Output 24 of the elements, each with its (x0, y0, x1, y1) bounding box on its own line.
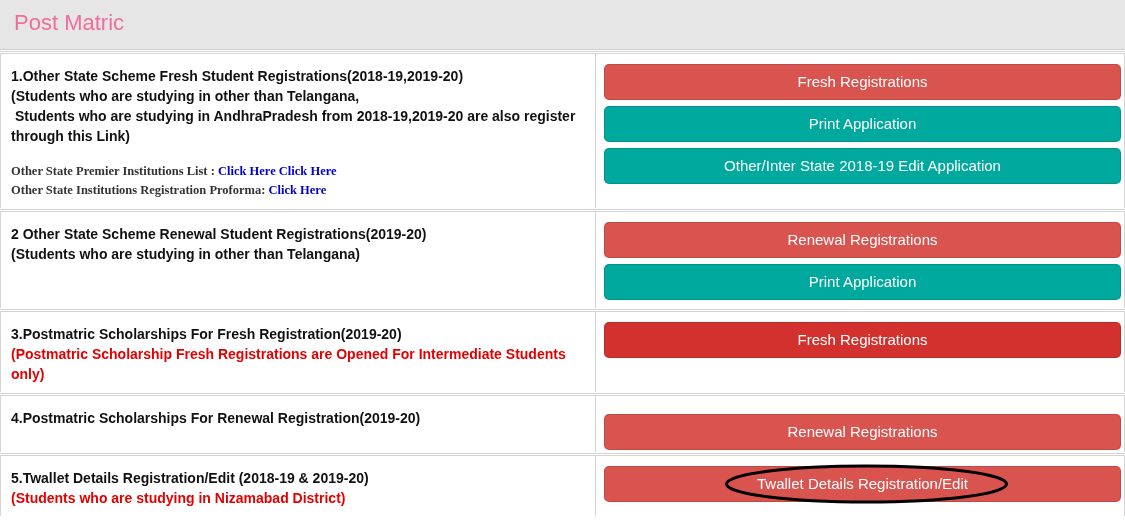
section-note: (Students who are studying in Nizamabad District) (11, 489, 347, 508)
link-label: Other State Institutions Registration Proforma: (11, 183, 266, 197)
click-here-link[interactable]: Click Here (278, 164, 337, 178)
registration-button[interactable]: Print Application (604, 264, 1121, 300)
click-here-link[interactable]: Click Here (217, 164, 276, 178)
section-title: 2 Other State Scheme Renewal Student Registrations(2019-20) (11, 225, 428, 244)
section-note: (Postmatric Scholarship Fresh Registrations are Opened For Intermediate Students only) (11, 345, 567, 384)
section-title: 1.Other State Scheme Fresh Student Registrations(2018-19,2019-20) (11, 67, 465, 86)
page-title: Post Matric (14, 10, 125, 35)
section-note: Students who are studying in AndhraPradesh from 2018-19,2019-20 are also register through this Link) (11, 107, 577, 146)
registration-button[interactable]: Print Application (604, 106, 1121, 142)
registration-button[interactable]: Fresh Registrations (604, 322, 1121, 358)
section-note: (Students who are studying in other than Telangana) (11, 245, 361, 264)
registration-button[interactable]: Twallet Details Registration/Edit (604, 466, 1121, 502)
registration-button[interactable]: Renewal Registrations (604, 222, 1121, 258)
registration-button[interactable]: Fresh Registrations (604, 64, 1121, 100)
section-title: 3.Postmatric Scholarships For Fresh Registration(2019-20) (11, 325, 403, 344)
registration-button[interactable]: Renewal Registrations (604, 414, 1121, 450)
registration-button[interactable]: Other/Inter State 2018-19 Edit Application (604, 148, 1121, 184)
section-title: 5.Twallet Details Registration/Edit (2018-19 & 2019-20) (11, 469, 370, 488)
section-title: 4.Postmatric Scholarships For Renewal Registration(2019-20) (11, 409, 422, 428)
section-note: (Students who are studying in other than Telangana, (11, 87, 361, 106)
link-label: Other State Premier Institutions List : (11, 164, 215, 178)
click-here-link[interactable]: Click Here (268, 183, 327, 197)
